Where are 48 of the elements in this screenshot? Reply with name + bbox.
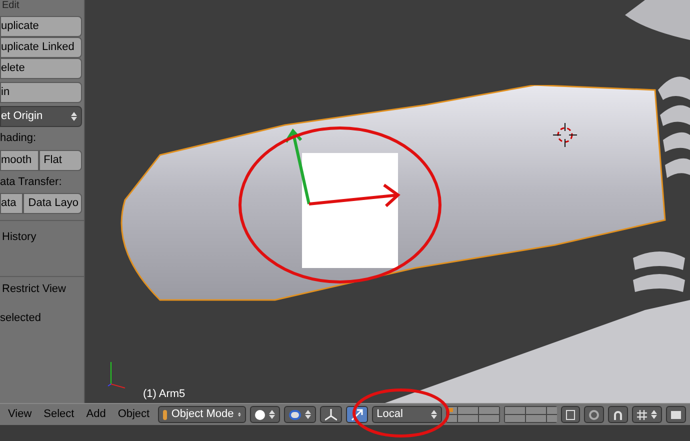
manipulator-toggle[interactable] xyxy=(320,406,342,423)
shading-dropdown[interactable] xyxy=(250,406,280,423)
menu-item[interactable]: View xyxy=(4,406,36,423)
updown-icon xyxy=(71,112,77,121)
panel-header[interactable]: Restrict View xyxy=(0,281,84,298)
panel-button[interactable]: Data Layo xyxy=(23,193,82,214)
axes-icon xyxy=(324,408,337,420)
panel-button[interactable]: uplicate xyxy=(0,16,82,37)
axis-gizmo-icon xyxy=(107,360,127,390)
panel-header[interactable]: History xyxy=(0,231,36,243)
layer-grid[interactable] xyxy=(446,406,500,423)
updown-icon xyxy=(238,410,241,419)
orientation-dropdown[interactable]: Local xyxy=(372,406,442,423)
panel-button[interactable]: mooth xyxy=(0,150,39,170)
panel-button[interactable]: ata xyxy=(0,193,24,214)
menu-item[interactable]: Object xyxy=(114,406,154,423)
pivot-dropdown[interactable] xyxy=(284,406,316,423)
panel-button[interactable]: in xyxy=(0,82,82,103)
panel-header: Edit xyxy=(1,1,20,11)
mode-label: Object Mode xyxy=(171,407,234,422)
upper-mesh xyxy=(625,0,690,40)
arrow-icon xyxy=(350,408,363,420)
orientation-label: Local xyxy=(376,407,403,422)
section-label: ata Transfer: xyxy=(0,174,63,190)
proportional-toggle[interactable] xyxy=(584,406,604,423)
updown-icon xyxy=(268,410,275,419)
menu-item[interactable]: Select xyxy=(40,406,78,423)
updown-icon xyxy=(304,410,311,419)
lock-toggle[interactable] xyxy=(561,406,580,423)
dropdown-button[interactable]: et Origin xyxy=(0,106,82,127)
render-button[interactable] xyxy=(666,406,686,423)
section-label: hading: xyxy=(0,131,38,146)
panel-button[interactable]: Flat xyxy=(38,150,82,170)
snap-dropdown[interactable] xyxy=(632,406,662,423)
restrict-text: selected xyxy=(0,310,42,326)
magnet-icon xyxy=(613,410,623,420)
panel-button[interactable]: elete xyxy=(0,58,82,79)
grid-icon xyxy=(637,410,647,420)
menu-item[interactable]: Add xyxy=(82,406,110,423)
pivot-icon xyxy=(288,410,301,420)
mode-dropdown[interactable]: Object Mode xyxy=(158,406,246,423)
object-label: (1) Arm5 xyxy=(143,387,186,402)
snap-toggle[interactable] xyxy=(608,406,628,423)
dropdown-label: et Origin xyxy=(1,109,43,124)
updown-icon xyxy=(651,410,657,419)
updown-icon xyxy=(431,410,438,419)
crosshair-cursor-icon xyxy=(553,123,577,147)
panel-button[interactable]: uplicate Linked xyxy=(0,37,82,58)
